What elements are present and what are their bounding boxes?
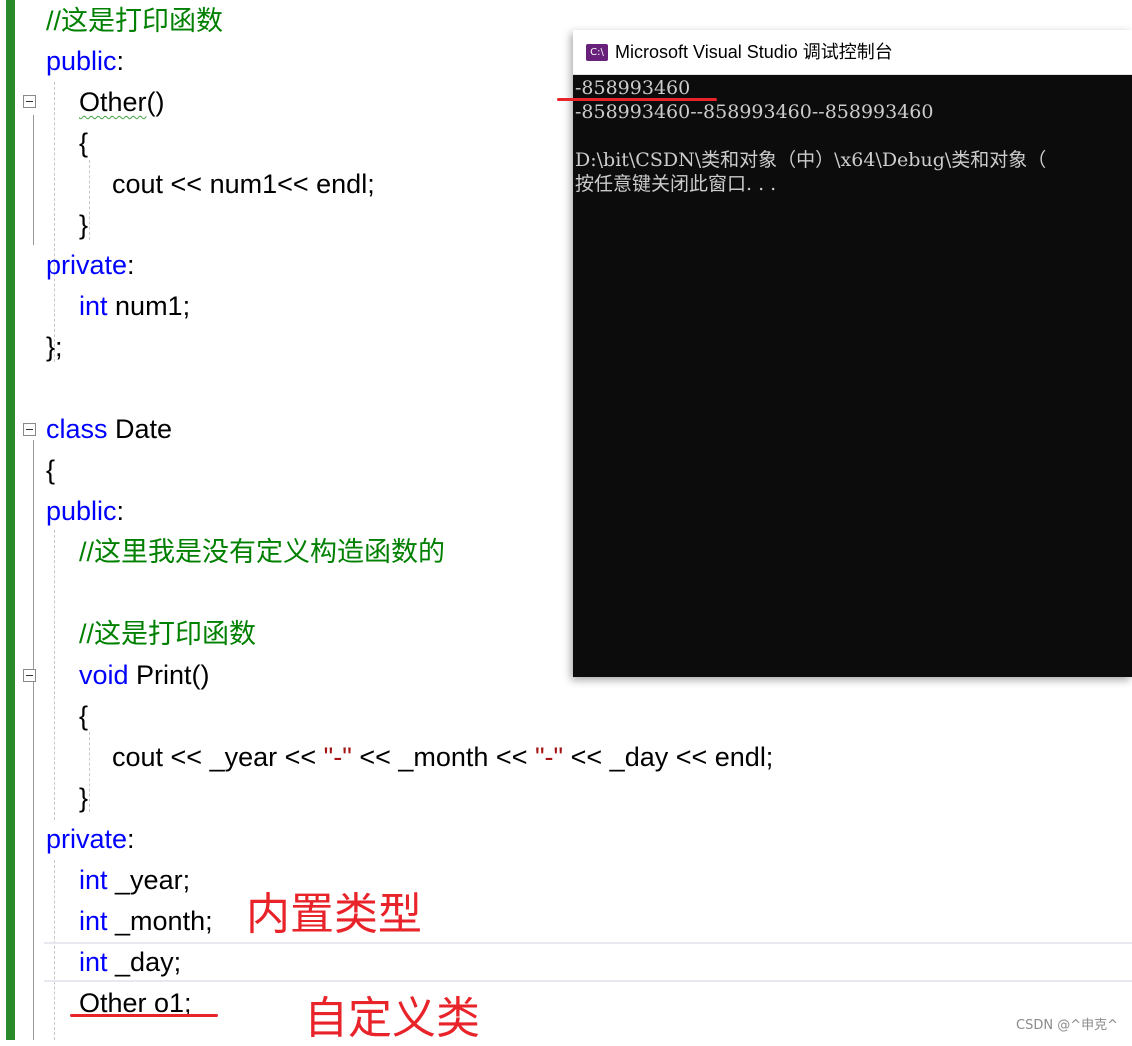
console-app-icon: C:\: [586, 44, 608, 61]
code-line: public:: [46, 46, 125, 76]
code-line: Other(): [79, 87, 165, 117]
code-line: int _year;: [79, 865, 191, 895]
code-line: cout << num1<< endl;: [112, 169, 375, 199]
code-line: int num1;: [79, 291, 191, 321]
code-line: };: [46, 332, 63, 362]
annotation-underline: [70, 1014, 218, 1017]
warning-squiggle: Other: [79, 87, 147, 117]
code-line: int _month;: [79, 906, 213, 936]
code-line: cout << _year << "-" << _month << "-" <<…: [112, 742, 774, 772]
annotation-builtin-types: 内置类型: [246, 889, 422, 940]
code-line: private:: [46, 824, 135, 854]
watermark: CSDN @^申克^: [1016, 1018, 1118, 1033]
console-title-bar[interactable]: C:\ Microsoft Visual Studio 调试控制台: [573, 30, 1132, 75]
code-line: {: [46, 455, 56, 485]
code-line: //这里我是没有定义构造函数的: [79, 537, 446, 567]
annotation-custom-class: 自定义类: [304, 993, 480, 1044]
console-output-line: -858993460: [575, 77, 691, 99]
debug-console-window[interactable]: C:\ Microsoft Visual Studio 调试控制台 -85899…: [557, 30, 1132, 677]
code-line: int _day;: [79, 947, 182, 977]
code-line: }: [79, 210, 89, 240]
code-line: private:: [46, 250, 135, 280]
code-line: public:: [46, 496, 125, 526]
code-line: class Date: [46, 414, 173, 444]
console-output-line: 按任意键关闭此窗口. . .: [575, 173, 777, 195]
code-line: //这是打印函数: [46, 6, 224, 36]
console-title: Microsoft Visual Studio 调试控制台: [615, 42, 893, 62]
code-line: Other o1;: [79, 988, 192, 1018]
console-output-line: -858993460--858993460--858993460: [575, 101, 934, 123]
code-line: }: [79, 783, 89, 813]
console-output-line: D:\bit\CSDN\类和对象（中）\x64\Debug\类和对象（: [575, 149, 1047, 171]
code-line: void Print(): [79, 660, 210, 690]
code-line: {: [79, 128, 89, 158]
code-line: //这是打印函数: [79, 619, 257, 649]
code-line: {: [79, 701, 89, 731]
